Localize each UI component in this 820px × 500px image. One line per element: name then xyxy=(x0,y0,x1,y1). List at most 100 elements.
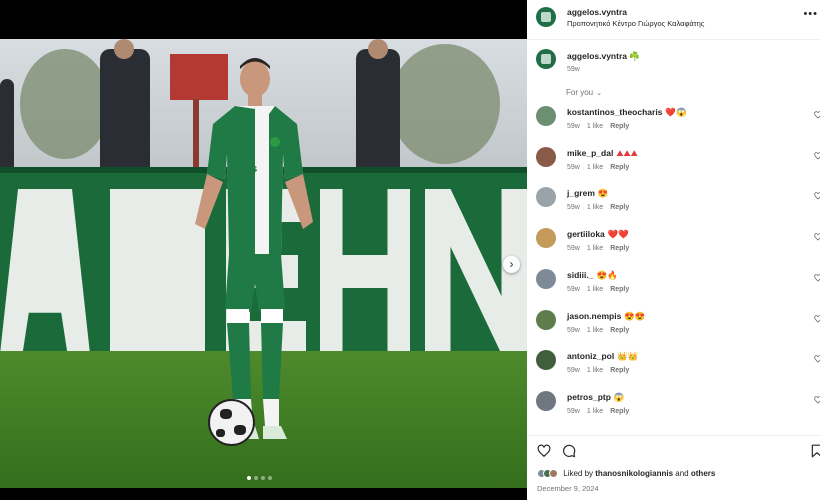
comment-username[interactable]: sidiii._ xyxy=(567,270,593,280)
comment-item: antoniz_pol 👑👑 59w 1 like Reply xyxy=(527,347,820,387)
reply-button[interactable]: Reply xyxy=(610,204,629,211)
commenter-avatar[interactable] xyxy=(536,146,556,167)
heart-icon[interactable] xyxy=(814,396,820,404)
liked-by-user[interactable]: thanosnikologiannis xyxy=(595,469,673,478)
comment-item: gertiiloka ❤️❤️ 59w 1 like Reply xyxy=(527,225,820,265)
photo-spectator-head xyxy=(114,39,134,59)
bookmark-icon[interactable] xyxy=(811,444,820,458)
chevron-down-icon: ⌄ xyxy=(596,90,602,97)
carousel-dot-active xyxy=(247,476,251,480)
comment-username[interactable]: antoniz_pol xyxy=(567,351,614,361)
comment-likes[interactable]: 1 like xyxy=(587,367,603,374)
commenter-avatar[interactable] xyxy=(536,350,556,371)
commenter-avatar[interactable] xyxy=(536,309,556,330)
more-horizontal-icon[interactable]: ••• xyxy=(803,8,818,20)
carousel-dot xyxy=(268,476,272,480)
ball-patch xyxy=(216,429,225,437)
comment-text: ❤️❤️ xyxy=(607,229,629,240)
author-username[interactable]: aggelos.vyntra xyxy=(567,7,627,17)
comments-list[interactable]: kostantinos_theocharis ❤️😱 59w 1 like Reply m… xyxy=(527,103,820,435)
comment-likes[interactable]: 1 like xyxy=(587,204,603,211)
comment-time: 59w xyxy=(567,245,580,253)
comment-likes[interactable]: 1 like xyxy=(587,164,603,171)
comment-icon[interactable] xyxy=(562,444,576,458)
comment-likes[interactable]: 1 like xyxy=(587,123,603,130)
comment-time: 59w xyxy=(567,163,580,171)
liked-by-and: and xyxy=(675,469,689,478)
comment-username[interactable]: jason.nempis xyxy=(567,311,621,321)
ball-patch xyxy=(220,409,232,419)
next-slide-button[interactable]: › xyxy=(503,256,520,273)
comment-likes[interactable]: 1 like xyxy=(587,327,603,334)
photo-spectator xyxy=(100,49,150,169)
comment-username[interactable]: gertiiloka xyxy=(567,229,605,239)
comment-likes[interactable]: 1 like xyxy=(587,408,603,415)
comment-sort-label: For you xyxy=(566,88,594,97)
comment-text: 👑👑 xyxy=(617,351,639,362)
ball-patch xyxy=(234,425,246,435)
heart-icon[interactable] xyxy=(814,111,820,119)
caption-time: 59w xyxy=(567,66,580,73)
carousel-dot xyxy=(254,476,258,480)
post-photo[interactable]: iroes xyxy=(0,39,527,488)
reply-button[interactable]: Reply xyxy=(610,123,629,130)
heart-icon[interactable] xyxy=(814,355,820,363)
comment-likes[interactable]: 1 like xyxy=(587,286,603,293)
reply-button[interactable]: Reply xyxy=(610,164,629,171)
carousel-dot xyxy=(261,476,265,480)
liker-avatar xyxy=(549,469,558,479)
comment-time: 59w xyxy=(567,407,580,415)
commenter-avatar[interactable] xyxy=(536,106,556,126)
heart-icon[interactable] xyxy=(814,192,820,200)
reply-button[interactable]: Reply xyxy=(610,245,629,252)
reply-button[interactable]: Reply xyxy=(610,286,629,293)
comment-username[interactable]: kostantinos_theocharis xyxy=(567,107,662,117)
heart-icon[interactable] xyxy=(814,314,820,323)
comment-text: ⛰⛰⛰ xyxy=(616,147,638,158)
post-actions: Liked by thanosnikologiannis and others … xyxy=(527,435,820,500)
comment-username[interactable]: petros_ptp xyxy=(567,392,611,402)
comment-text: 😍🔥 xyxy=(596,269,618,280)
caption-username[interactable]: aggelos.vyntra xyxy=(567,51,627,61)
comment-item: sidiii._ 😍🔥 59w 1 like Reply xyxy=(527,266,820,306)
caption-text: ☘️ xyxy=(629,51,640,61)
caption-avatar[interactable] xyxy=(536,49,556,69)
comment-sort-dropdown[interactable]: For you ⌄ xyxy=(566,88,602,97)
comment-likes[interactable]: 1 like xyxy=(587,245,603,252)
liked-by-summary: Liked by thanosnikologiannis and others xyxy=(537,469,715,479)
liked-by-prefix: Liked by xyxy=(563,469,594,478)
reply-button[interactable]: Reply xyxy=(610,408,629,415)
post-date[interactable]: December 9, 2024 xyxy=(537,484,599,493)
carousel-indicator xyxy=(247,476,272,480)
commenter-avatar[interactable] xyxy=(536,268,556,289)
commenter-avatar[interactable] xyxy=(536,228,556,249)
author-avatar[interactable] xyxy=(536,7,556,27)
heart-icon[interactable] xyxy=(537,444,551,458)
comment-item: j_grem 😍 59w 1 like Reply xyxy=(527,184,820,224)
instagram-post-viewer: iroes › aggelos.vyntra Προπονητικό Κέντρ… xyxy=(0,0,820,500)
comment-item: kostantinos_theocharis ❤️😱 59w 1 like Reply xyxy=(527,103,820,143)
post-location[interactable]: Προπονητικό Κέντρο Γιώργος Καλαφάτης xyxy=(567,19,704,28)
comment-time: 59w xyxy=(567,204,580,212)
photo-tree xyxy=(390,44,500,164)
commenter-avatar[interactable] xyxy=(536,390,556,411)
heart-icon[interactable] xyxy=(814,233,820,241)
liked-by-others[interactable]: others xyxy=(691,469,715,478)
reply-button[interactable]: Reply xyxy=(610,367,629,374)
comment-username[interactable]: mike_p_dal xyxy=(567,148,613,158)
post-header: aggelos.vyntra Προπονητικό Κέντρο Γιώργο… xyxy=(527,0,820,40)
photo-spectator xyxy=(0,79,14,169)
post-media: iroes › xyxy=(0,0,527,500)
comment-text: 😱 xyxy=(613,391,625,402)
commenter-avatar[interactable] xyxy=(536,187,556,208)
jersey-sponsor: iroes xyxy=(231,163,257,175)
comment-item: mike_p_dal ⛰⛰⛰ 59w 1 like Reply xyxy=(527,144,820,184)
heart-icon[interactable] xyxy=(814,274,820,282)
reply-button[interactable]: Reply xyxy=(610,327,629,334)
heart-icon[interactable] xyxy=(814,151,820,160)
comment-time: 59w xyxy=(567,367,580,375)
comment-item: petros_ptp 😱 59w 1 like Reply xyxy=(527,388,820,428)
photo-spectator-head xyxy=(368,39,388,59)
comment-text: 😍😍 xyxy=(624,310,646,321)
comment-username[interactable]: j_grem xyxy=(567,188,595,198)
